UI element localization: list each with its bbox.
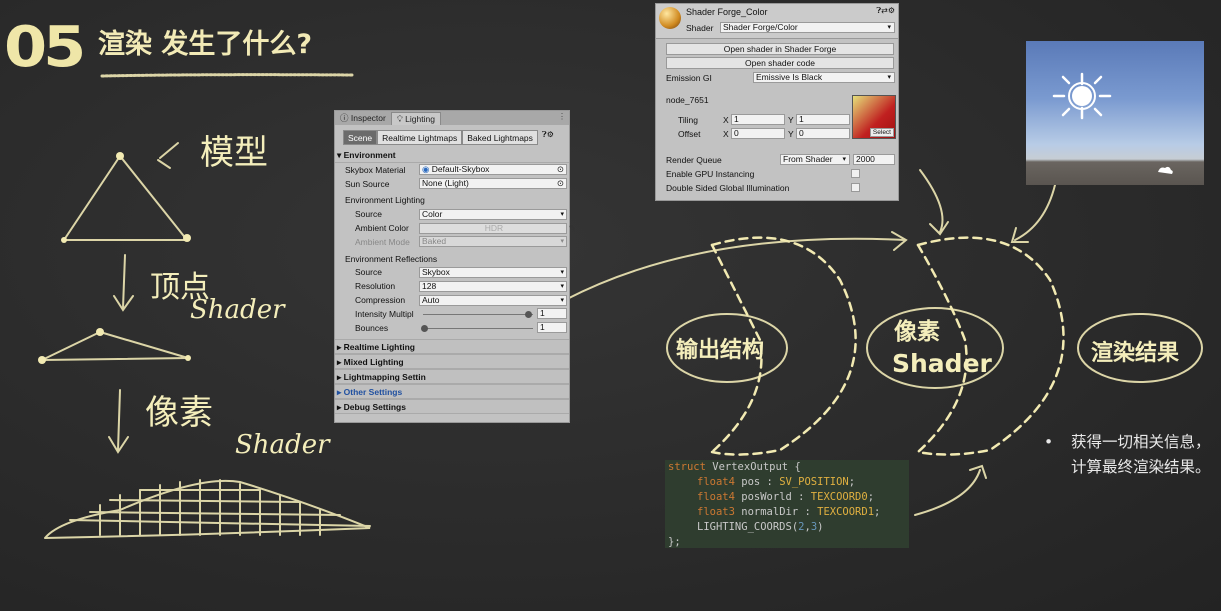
render-result-label: 渲染结果 xyxy=(1091,341,1180,366)
object-picker-icon[interactable]: ⊙ xyxy=(557,179,564,188)
render-queue-dropdown[interactable]: From Shader xyxy=(780,154,850,165)
intensity-input[interactable]: 1 xyxy=(537,308,567,320)
vertex-output-code: struct VertexOutput { float4 pos : SV_PO… xyxy=(665,460,909,548)
realtime-lighting-foldout[interactable]: ▸ Realtime Lighting xyxy=(335,338,569,354)
cloud-icon xyxy=(1158,166,1173,174)
skybox-preview-image xyxy=(1026,41,1204,185)
material-title: Shader Forge_Color xyxy=(686,7,768,17)
bullet-text: 获得一切相关信息，计算最终渲染结果。 xyxy=(1071,433,1211,476)
lighting-subtabs: Scene Realtime Lightmaps Baked Lightmaps… xyxy=(343,130,569,145)
model-label: 模型 xyxy=(200,133,268,173)
sun-source-row: Sun Source None (Light) ⊙ xyxy=(335,177,569,191)
ambient-color-row: Ambient Color HDR ✎ xyxy=(355,222,576,234)
shader-label: Shader xyxy=(686,23,714,33)
vertex-label-en: Shader xyxy=(190,295,285,325)
lightmapping-settings-foldout[interactable]: ▸ Lightmapping Settin xyxy=(335,368,569,384)
bounces-slider[interactable] xyxy=(423,327,533,329)
sun-source-field[interactable]: None (Light) ⊙ xyxy=(419,178,567,190)
bounces-input[interactable]: 1 xyxy=(537,322,567,334)
code-line-4: float3 normalDir : TEXCOORD1; xyxy=(697,506,881,518)
resolution-row: Resolution 128 xyxy=(335,279,569,293)
bounces-row: Bounces 1 xyxy=(335,321,569,335)
shader-dropdown[interactable]: Shader Forge/Color xyxy=(720,22,895,33)
material-preview-sphere xyxy=(659,7,681,29)
collapsed-arrow-icon: ▸ xyxy=(337,341,344,352)
kebab-menu-icon[interactable]: ⋮ xyxy=(558,112,566,121)
gpu-instancing-checkbox[interactable] xyxy=(851,169,860,178)
ambient-mode-row: Ambient Mode Baked xyxy=(335,235,569,249)
pixel-label-cn: 像素 xyxy=(145,393,213,433)
tiling-x-field[interactable]: 1 xyxy=(731,114,785,125)
pixel-shader-label-en: Shader xyxy=(892,349,992,378)
refl-source-row: Source Skybox xyxy=(335,266,569,280)
skybox-material-field[interactable]: ◉ Default-Skybox ⊙ xyxy=(419,164,567,176)
gpu-instancing-row: Enable GPU Instancing xyxy=(656,167,898,181)
expand-arrow-icon: ▾ xyxy=(337,150,344,160)
resolution-dropdown[interactable]: 128 xyxy=(419,280,567,292)
open-in-shader-forge-button[interactable]: Open shader in Shader Forge xyxy=(666,43,894,55)
code-line-2: float4 pos : SV_POSITION; xyxy=(697,476,856,488)
intensity-row: Intensity Multipl 1 xyxy=(335,307,569,321)
refl-source-dropdown[interactable]: Skybox xyxy=(419,266,567,278)
render-queue-input[interactable]: 2000 xyxy=(853,154,895,165)
ambient-mode-dropdown: Baked xyxy=(419,236,567,248)
skybox-material-row: Skybox Material ◉ Default-Skybox ⊙ xyxy=(335,163,569,177)
tab-inspector[interactable]: ⓘ Inspector xyxy=(335,112,391,125)
env-reflections-heading: Environment Reflections xyxy=(345,253,438,264)
lighting-inspector-panel: ⓘ Inspector 💡︎ Lighting ⋮ Scene Realtime… xyxy=(334,110,576,423)
code-line-6: }; xyxy=(668,536,681,548)
info-icon: ⓘ xyxy=(340,113,351,123)
sun-icon xyxy=(1052,72,1173,174)
subtab-realtime-lightmaps[interactable]: Realtime Lightmaps xyxy=(377,130,463,145)
environment-foldout[interactable]: ▾ Environment xyxy=(335,148,569,163)
shader-material-panel: Shader Forge_Color ❓︎⇄⚙ Shader Shader Fo… xyxy=(655,3,899,201)
collapsed-arrow-icon: ▸ xyxy=(337,401,344,412)
env-lighting-heading: Environment Lighting xyxy=(345,195,425,206)
env-source-row: Source Color xyxy=(335,207,569,221)
open-shader-code-button[interactable]: Open shader code xyxy=(666,57,894,69)
other-settings-foldout[interactable]: ▸ Other Settings xyxy=(335,383,569,399)
help-icon[interactable]: ❓︎⚙ xyxy=(542,130,554,145)
header-settings-icon[interactable]: ❓︎⇄⚙ xyxy=(876,6,895,16)
double-sided-gi-checkbox[interactable] xyxy=(851,183,860,192)
tiling-y-field[interactable]: 1 xyxy=(796,114,850,125)
code-line-1: struct VertexOutput { xyxy=(668,461,801,473)
compression-dropdown[interactable]: Auto xyxy=(419,294,567,306)
collapsed-arrow-icon: ▸ xyxy=(337,356,344,367)
render-queue-row: Render Queue From Shader 2000 xyxy=(656,153,898,167)
bullet-dot: • xyxy=(1044,433,1054,451)
pixel-label-en: Shader xyxy=(235,430,330,460)
object-picker-icon[interactable]: ⊙ xyxy=(557,165,564,174)
double-sided-gi-row: Double Sided Global Illumination xyxy=(656,181,898,195)
offset-x-field[interactable]: 0 xyxy=(731,128,785,139)
material-header: Shader Forge_Color ❓︎⇄⚙ Shader Shader Fo… xyxy=(656,4,898,39)
collapsed-arrow-icon: ▸ xyxy=(337,371,344,382)
pixel-shader-label-cn: 像素 xyxy=(894,319,940,345)
output-struct-label: 输出结构 xyxy=(676,338,765,363)
intensity-slider[interactable] xyxy=(423,313,533,315)
material-icon: ◉ xyxy=(422,164,432,175)
emission-row: Emission GI Emissive Is Black xyxy=(656,71,898,85)
subtab-baked-lightmaps[interactable]: Baked Lightmaps xyxy=(462,130,538,145)
code-line-5: LIGHTING_COORDS(2,3) xyxy=(697,521,824,533)
subtab-scene[interactable]: Scene xyxy=(343,130,378,145)
debug-settings-foldout[interactable]: ▸ Debug Settings xyxy=(335,398,569,414)
compression-row: Compression Auto xyxy=(335,293,569,307)
bounces-slider-knob[interactable] xyxy=(421,324,428,332)
mixed-lighting-foldout[interactable]: ▸ Mixed Lighting xyxy=(335,353,569,369)
intensity-slider-knob[interactable] xyxy=(525,310,532,318)
env-source-dropdown[interactable]: Color xyxy=(419,208,567,220)
offset-y-field[interactable]: 0 xyxy=(796,128,850,139)
code-line-3: float4 posWorld : TEXCOORD0; xyxy=(697,491,875,503)
collapsed-arrow-icon: ▸ xyxy=(337,386,344,397)
tab-lighting[interactable]: 💡︎ Lighting xyxy=(390,112,441,125)
emission-gi-dropdown[interactable]: Emissive Is Black xyxy=(753,72,895,83)
eyedropper-icon[interactable]: ✎ xyxy=(569,223,576,233)
tiling-row: Tiling X1 Y1 xyxy=(656,113,898,127)
ambient-color-field[interactable]: HDR ✎ xyxy=(419,222,576,234)
bulb-icon: 💡︎ xyxy=(396,114,406,124)
inspector-tabbar: ⓘ Inspector 💡︎ Lighting ⋮ xyxy=(335,111,569,125)
offset-row: Offset X0 Y0 xyxy=(656,127,898,141)
